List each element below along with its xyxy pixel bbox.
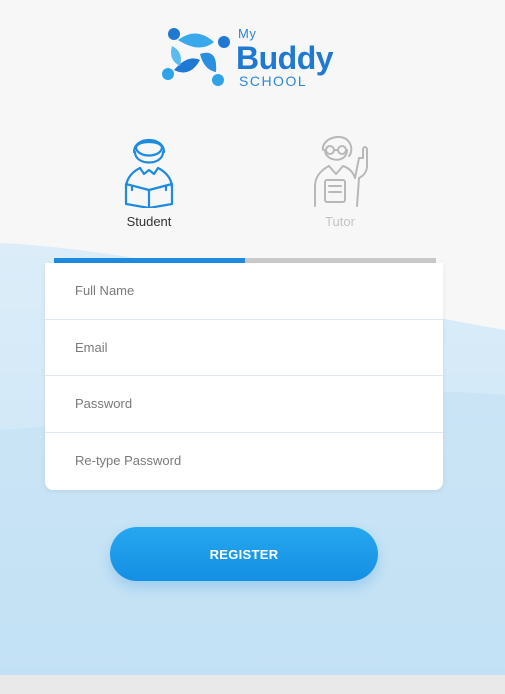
logo-mark-icon (162, 28, 230, 86)
register-button[interactable]: REGISTER (110, 527, 378, 581)
role-option-tutor[interactable]: Tutor (295, 128, 385, 229)
student-reading-icon (124, 138, 174, 208)
password-field[interactable] (45, 376, 443, 433)
logo-word-my: My (238, 26, 257, 41)
tutor-icon (314, 135, 368, 207)
role-option-student[interactable]: Student (104, 128, 194, 229)
email-field[interactable] (45, 319, 443, 376)
registration-form (45, 263, 443, 490)
logo-word-buddy: Buddy (236, 40, 334, 76)
register-screen: My Buddy SCHOOL Student Tutor Full Name … (0, 0, 505, 675)
logo-word-school: SCHOOL (239, 73, 308, 89)
retype-password-field[interactable] (45, 432, 443, 489)
role-label-tutor: Tutor (325, 214, 355, 229)
app-logo: My Buddy SCHOOL (160, 24, 335, 94)
role-label-student: Student (126, 214, 172, 229)
full-name-field[interactable] (45, 263, 443, 320)
